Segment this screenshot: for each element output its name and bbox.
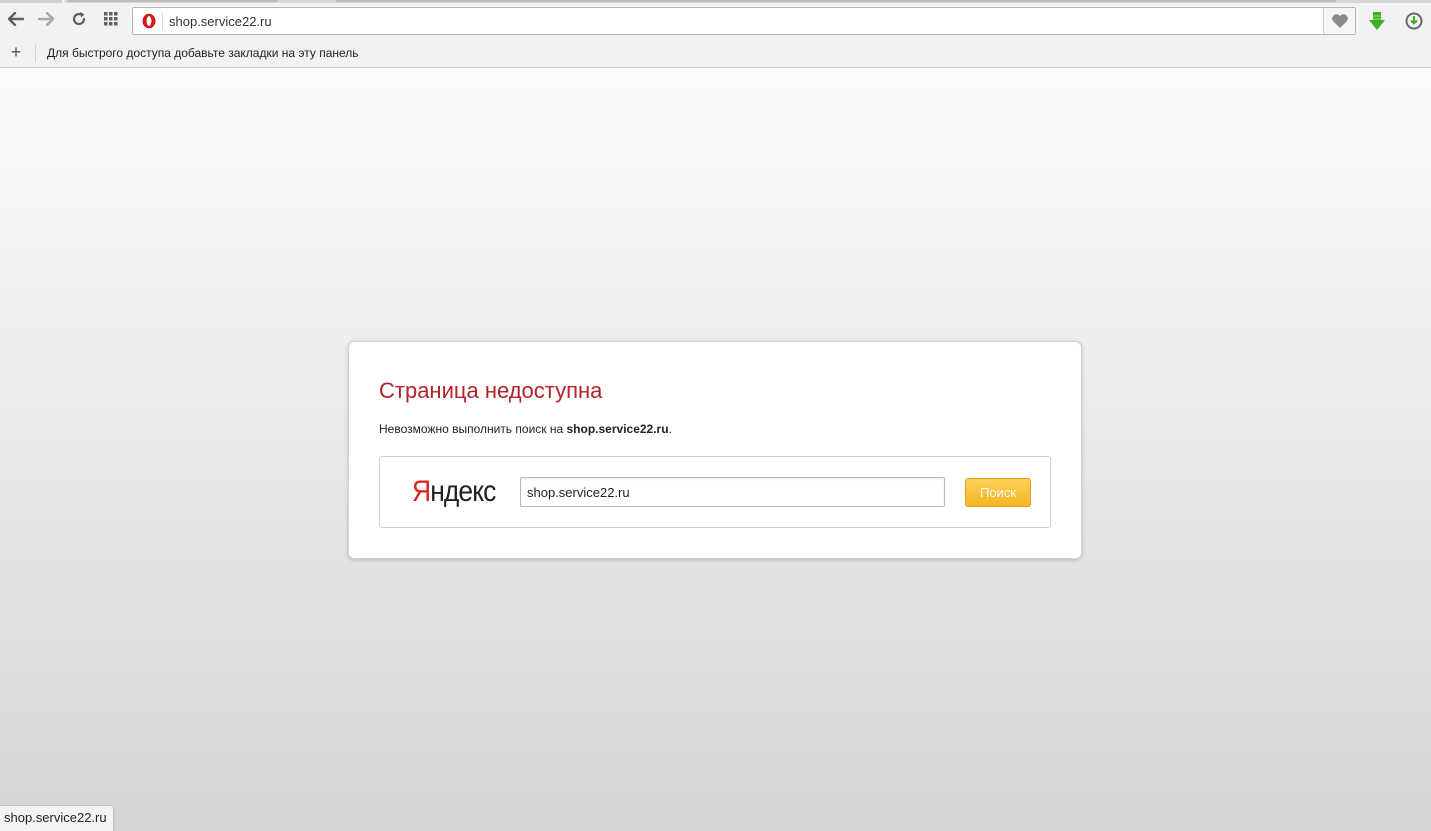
back-arrow-icon [8, 12, 24, 26]
bookmarks-separator [35, 44, 36, 62]
address-separator [162, 12, 163, 30]
forward-button[interactable] [35, 8, 57, 30]
download-button[interactable] [1366, 10, 1388, 32]
search-input[interactable] [520, 477, 945, 507]
status-bar-url: shop.service22.ru [0, 805, 114, 831]
update-button[interactable] [1403, 10, 1425, 32]
yandex-search-box: Яндекс Поиск [379, 456, 1051, 528]
download-arrow-icon [1369, 12, 1385, 30]
plus-icon[interactable]: + [8, 43, 24, 61]
page-title: Страница недоступна [379, 378, 603, 403]
tab[interactable] [336, 0, 1336, 2]
back-button[interactable] [5, 8, 27, 30]
tab[interactable] [68, 0, 278, 2]
browser-chrome: + Для быстрого доступа добавьте закладки… [0, 0, 1431, 68]
yandex-logo-first-letter: Я [412, 475, 431, 508]
opera-logo-icon[interactable] [141, 13, 157, 29]
address-bar[interactable] [132, 7, 1356, 35]
reload-button[interactable] [68, 8, 90, 30]
search-button[interactable]: Поиск [965, 478, 1031, 507]
error-message-prefix: Невозможно выполнить поиск на [379, 422, 567, 436]
reload-icon [72, 12, 86, 26]
error-card: Страница недоступна Невозможно выполнить… [348, 341, 1082, 559]
yandex-logo-rest: ндекс [430, 475, 496, 508]
error-message-suffix: . [668, 422, 672, 436]
heart-icon [1331, 14, 1348, 28]
bookmarks-hint: Для быстрого доступа добавьте закладки н… [47, 46, 359, 60]
error-message: Невозможно выполнить поиск на shop.servi… [379, 422, 672, 436]
url-input[interactable] [169, 11, 1269, 31]
bookmarks-bar: + Для быстрого доступа добавьте закладки… [0, 40, 1431, 67]
yandex-logo: Яндекс [412, 475, 496, 509]
stash-button[interactable] [1323, 8, 1355, 34]
error-message-host: shop.service22.ru [566, 422, 669, 436]
speed-dial-button[interactable] [100, 8, 122, 30]
grid-icon [104, 12, 118, 26]
forward-arrow-icon [38, 12, 54, 26]
toolbar [0, 4, 1431, 36]
update-icon [1405, 12, 1423, 30]
